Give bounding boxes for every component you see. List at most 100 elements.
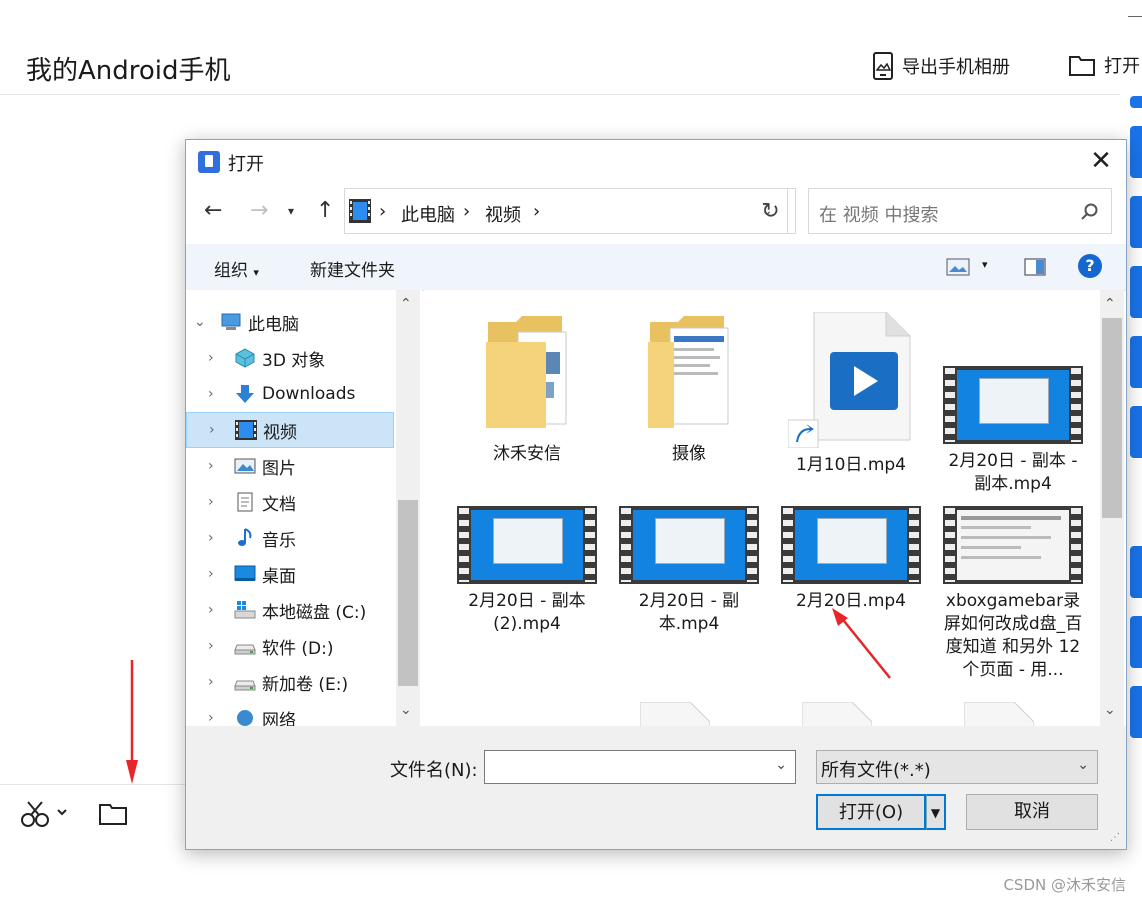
chevron-right-icon[interactable]: › — [463, 201, 470, 222]
search-input[interactable]: 在 视频 中搜索 — [819, 201, 938, 227]
open-folder-button[interactable]: 打开 — [1068, 52, 1140, 78]
folder-icon — [486, 316, 567, 428]
files-scrollbar-thumb[interactable] — [1102, 318, 1122, 518]
file-name: xboxgamebar录屏如何改成d盘_百度知道 和另外 12 个页面 - 用.… — [943, 591, 1083, 680]
scroll-up-icon[interactable]: ⌃ — [400, 296, 412, 312]
tree-item-label: Downloads — [262, 384, 356, 404]
list-item[interactable]: 2月20日 - 副本 - 副本.mp4 — [938, 366, 1088, 496]
tree-scrollbar-thumb[interactable] — [398, 500, 418, 686]
list-item[interactable]: xboxgamebar录屏如何改成d盘_百度知道 和另外 12 个页面 - 用.… — [938, 506, 1088, 682]
list-item[interactable]: 2月20日 - 副本 (2).mp4 — [452, 506, 602, 636]
export-album-button[interactable]: 导出手机相册 — [872, 52, 1010, 80]
chevron-down-icon[interactable]: ▾ — [982, 258, 988, 271]
new-folder-button[interactable]: 新建文件夹 — [310, 256, 395, 281]
list-item[interactable]: 摄像 — [614, 312, 764, 466]
side-tab[interactable] — [1130, 96, 1142, 108]
tree-item[interactable]: › 新加卷 (E:) — [186, 664, 394, 700]
open-options-dropdown[interactable]: ▼ — [926, 794, 946, 830]
chevron-right-icon[interactable]: › — [208, 350, 224, 366]
chevron-right-icon[interactable]: › — [208, 566, 224, 582]
chevron-right-icon[interactable]: › — [208, 458, 224, 474]
refresh-icon[interactable]: ↻ — [746, 188, 796, 234]
chevron-right-icon[interactable]: › — [208, 710, 224, 726]
chevron-right-icon[interactable]: › — [533, 201, 540, 222]
back-arrow-icon[interactable]: ← — [204, 198, 222, 223]
tree-item[interactable]: › 文档 — [186, 484, 394, 520]
tree-item[interactable]: › 音乐 — [186, 520, 394, 556]
tree-item[interactable]: › Downloads — [186, 376, 394, 412]
close-icon[interactable]: ✕ — [1086, 146, 1116, 176]
side-tab[interactable] — [1130, 126, 1142, 178]
tree-item[interactable]: › 本地磁盘 (C:) — [186, 592, 394, 628]
video-thumbnail — [781, 506, 921, 584]
chevron-right-icon[interactable]: › — [208, 674, 224, 690]
chevron-right-icon[interactable]: › — [208, 638, 224, 654]
chevron-down-icon[interactable]: ⌄ — [194, 314, 210, 330]
cut-tool-button[interactable] — [20, 800, 72, 832]
annotation-arrow — [126, 660, 138, 784]
chevron-right-icon[interactable]: › — [209, 422, 225, 438]
recent-locations-icon[interactable]: ▾ — [288, 204, 294, 218]
list-item[interactable]: 2月20日 - 副本.mp4 — [614, 506, 764, 636]
tree-item[interactable]: › 软件 (D:) — [186, 628, 394, 664]
tree-item[interactable]: › 桌面 — [186, 556, 394, 592]
filename-label: 文件名(N): — [390, 760, 478, 781]
search-box[interactable]: 在 视频 中搜索 — [808, 188, 1112, 234]
chevron-right-icon[interactable]: › — [208, 494, 224, 510]
help-icon[interactable]: ? — [1078, 254, 1102, 278]
bottom-folder-button[interactable] — [98, 802, 128, 830]
side-tab[interactable] — [1130, 406, 1142, 458]
filename-input[interactable]: ⌄ — [484, 750, 796, 784]
tree-item[interactable]: › 网络 — [186, 700, 394, 726]
folder-icon — [99, 804, 127, 825]
list-item[interactable]: 1月10日.mp4 — [776, 312, 926, 477]
tree-item[interactable]: › 视频 — [186, 412, 394, 448]
list-item[interactable]: 2月20日.mp4 — [776, 506, 926, 613]
side-tab[interactable] — [1130, 196, 1142, 248]
video-thumbnail — [943, 366, 1083, 444]
side-tab[interactable] — [1130, 266, 1142, 318]
breadcrumb-this-pc[interactable]: 此电脑 — [401, 201, 455, 227]
tree-item-label: 图片 — [262, 458, 296, 479]
file-name: 2月20日 - 副本.mp4 — [638, 591, 740, 634]
scroll-up-icon[interactable]: ⌃ — [1104, 296, 1116, 312]
view-options-icon[interactable] — [946, 258, 970, 276]
open-button[interactable]: 打开(O) — [816, 794, 926, 830]
forward-arrow-icon[interactable]: → — [250, 198, 268, 223]
up-arrow-icon[interactable]: ↑ — [316, 198, 334, 223]
chevron-right-icon[interactable]: › — [379, 201, 386, 222]
file-name: 沐禾安信 — [493, 444, 561, 464]
side-tab[interactable] — [1130, 336, 1142, 388]
navigation-pane: ⌄ 此电脑 › 3D 对象 › Downloads › 视频 › 图片 › 文档 › 音乐 › 桌面 › 本地磁盘… — [186, 290, 422, 726]
breadcrumb-videos[interactable]: 视频 — [485, 201, 521, 227]
minimize-line[interactable] — [1128, 16, 1142, 17]
address-bar[interactable]: › 此电脑 › 视频 › ⌄ — [344, 188, 796, 234]
list-item[interactable]: 沐禾安信 — [452, 312, 602, 466]
file-name: 2月20日 - 副本 (2).mp4 — [468, 591, 586, 634]
side-tab[interactable] — [1130, 686, 1142, 738]
scroll-down-icon[interactable]: ⌄ — [1104, 702, 1116, 718]
tree-item[interactable]: › 3D 对象 — [186, 340, 394, 376]
chevron-right-icon[interactable]: › — [208, 530, 224, 546]
watermark: CSDN @沐禾安信 — [1003, 876, 1126, 894]
side-tab[interactable] — [1130, 616, 1142, 668]
annotation-arrow — [832, 608, 891, 679]
side-tab[interactable] — [1130, 546, 1142, 598]
chevron-right-icon[interactable]: › — [208, 386, 224, 402]
scroll-down-icon[interactable]: ⌄ — [400, 702, 412, 718]
search-icon[interactable] — [1081, 203, 1099, 221]
tree-item[interactable]: › 图片 — [186, 448, 394, 484]
preview-pane-icon[interactable] — [1024, 258, 1046, 276]
tree-item[interactable]: ⌄ 此电脑 — [186, 304, 394, 340]
video-file-icon — [788, 312, 911, 448]
organize-menu[interactable]: 组织 ▾ — [214, 256, 259, 281]
video-folder-icon — [235, 420, 257, 440]
cancel-button[interactable]: 取消 — [966, 794, 1098, 830]
chevron-down-icon[interactable]: ⌄ — [775, 757, 787, 773]
folder-icon — [648, 316, 729, 428]
chevron-right-icon[interactable]: › — [208, 602, 224, 618]
file-type-select[interactable]: 所有文件(*.*) ⌄ — [816, 750, 1098, 784]
resize-grip-icon[interactable]: ⋰ — [1110, 832, 1120, 843]
pictures-icon — [234, 456, 256, 476]
dialog-titlebar[interactable] — [186, 140, 1126, 184]
